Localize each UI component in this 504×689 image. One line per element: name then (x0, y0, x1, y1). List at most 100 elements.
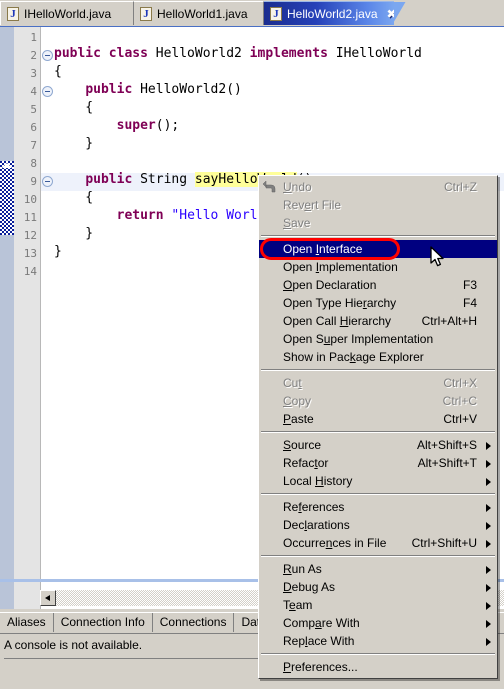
fold-toggle-icon[interactable] (42, 176, 53, 187)
menu-separator (261, 555, 495, 557)
line-number: 13 (23, 247, 37, 260)
menu-item-open-declaration[interactable]: Open Declaration F3 (259, 276, 497, 294)
menu-separator (261, 653, 495, 655)
menu-item-label: Open Type Hierarchy (283, 296, 397, 310)
submenu-arrow-icon (486, 460, 491, 468)
menu-item-accelerator: Ctrl+Alt+H (421, 314, 477, 328)
menu-item-label: Occurrences in File (283, 536, 387, 550)
code-line-10: { (54, 190, 94, 205)
menu-item-label: Open Call Hierarchy (283, 314, 392, 328)
line-number: 4 (30, 85, 37, 98)
menu-item-source[interactable]: Source Alt+Shift+S (259, 436, 497, 454)
editor-tab-label: HelloWorld1.java (157, 6, 248, 21)
menu-item-accelerator: Ctrl+C (442, 394, 477, 408)
view-tab-connections[interactable]: Connections (152, 613, 235, 632)
menu-item-accelerator: Ctrl+Z (444, 180, 477, 194)
menu-item-compare-with[interactable]: Compare With (259, 614, 497, 632)
submenu-arrow-icon (486, 584, 491, 592)
menu-item-debug-as[interactable]: Debug As (259, 578, 497, 596)
menu-item-accelerator: Alt+Shift+S (416, 438, 477, 452)
menu-separator (261, 369, 495, 371)
menu-item-declarations[interactable]: Declarations (259, 516, 497, 534)
menu-item-preferences[interactable]: Preferences... (259, 658, 497, 676)
line-number: 2 (30, 49, 37, 62)
line-number: 6 (30, 121, 37, 134)
code-line-6: super(); (116, 118, 180, 133)
menu-item-local-history[interactable]: Local History (259, 472, 497, 490)
eclipse-window: IHelloWorld.java HelloWorld1.java HelloW… (0, 0, 504, 689)
menu-item-occurrences-in-file[interactable]: Occurrences in File Ctrl+Shift+U (259, 534, 497, 552)
fold-toggle-icon[interactable] (42, 50, 53, 61)
line-number: 5 (30, 103, 37, 116)
menu-item-team[interactable]: Team (259, 596, 497, 614)
menu-item-label: Revert File (283, 198, 342, 212)
menu-item-accelerator: F3 (462, 278, 477, 292)
code-line-12: } (54, 226, 94, 241)
editor-context-menu[interactable]: Undo Ctrl+Z Revert File Save Open Interf… (258, 175, 498, 679)
menu-item-run-as[interactable]: Run As (259, 560, 497, 578)
menu-item-label: Compare With (283, 616, 360, 630)
submenu-arrow-icon (486, 540, 491, 548)
menu-item-refactor[interactable]: Refactor Alt+Shift+T (259, 454, 497, 472)
fold-toggle-icon[interactable] (42, 86, 53, 97)
submenu-arrow-icon (486, 442, 491, 450)
line-number: 3 (30, 67, 37, 80)
submenu-arrow-icon (486, 566, 491, 574)
code-line-3: { (54, 64, 62, 79)
menu-item-open-super-implementation[interactable]: Open Super Implementation (259, 330, 497, 348)
code-line-7: } (54, 136, 94, 151)
view-tab-aliases[interactable]: Aliases (0, 613, 54, 632)
line-number: 10 (23, 193, 37, 206)
menu-item-label: Open Declaration (283, 278, 377, 292)
menu-item-label: Replace With (283, 634, 355, 648)
line-number: 11 (23, 211, 37, 224)
menu-item-replace-with[interactable]: Replace With (259, 632, 497, 650)
undo-icon (263, 181, 276, 193)
menu-item-label: References (283, 500, 345, 514)
menu-item-open-implementation[interactable]: Open Implementation (259, 258, 497, 276)
menu-item-open-interface[interactable]: Open Interface (259, 240, 497, 258)
line-number: 1 (30, 31, 37, 44)
menu-item-accelerator: Ctrl+Shift+U (411, 536, 477, 550)
menu-item-label: Save (283, 216, 311, 230)
submenu-arrow-icon (486, 504, 491, 512)
editor-tab-ihelloworld[interactable]: IHelloWorld.java (0, 1, 134, 25)
menu-item-revert-file: Revert File (259, 196, 497, 214)
scroll-left-icon[interactable] (40, 590, 56, 606)
menu-item-label: Source (283, 438, 322, 452)
line-number: 8 (30, 157, 37, 170)
menu-item-cut: Cut Ctrl+X (259, 374, 497, 392)
menu-item-label: Open Implementation (283, 260, 398, 274)
view-tab-connection-info[interactable]: Connection Info (53, 613, 153, 632)
menu-item-label: Open Super Implementation (283, 332, 434, 346)
menu-item-paste[interactable]: Paste Ctrl+V (259, 410, 497, 428)
menu-item-accelerator: Ctrl+V (443, 412, 477, 426)
overview-ruler[interactable] (0, 27, 14, 609)
menu-item-accelerator: Ctrl+X (443, 376, 477, 390)
submenu-arrow-icon (486, 478, 491, 486)
menu-item-label: Debug As (283, 580, 336, 594)
close-icon[interactable]: ✖ (387, 8, 397, 20)
submenu-arrow-icon (486, 522, 491, 530)
line-number: 12 (23, 229, 37, 242)
code-line-4: public HelloWorld2() (85, 82, 242, 97)
java-file-icon (270, 6, 282, 21)
menu-item-label: Cut (283, 376, 302, 390)
selection-marker (0, 161, 14, 235)
code-line-13: } (54, 244, 62, 259)
line-number: 14 (23, 265, 37, 278)
menu-item-label: Run As (283, 562, 322, 576)
editor-tab-helloworld1[interactable]: HelloWorld1.java (134, 1, 264, 25)
menu-item-open-call-hierarchy[interactable]: Open Call Hierarchy Ctrl+Alt+H (259, 312, 497, 330)
menu-item-open-type-hierarchy[interactable]: Open Type Hierarchy F4 (259, 294, 497, 312)
editor-tab-helloworld2[interactable]: HelloWorld2.java ✖ (264, 1, 408, 26)
submenu-arrow-icon (486, 638, 491, 646)
menu-item-copy: Copy Ctrl+C (259, 392, 497, 410)
java-file-icon (140, 6, 152, 21)
menu-item-references[interactable]: References (259, 498, 497, 516)
menu-item-label: Team (283, 598, 313, 612)
menu-item-label: Refactor (283, 456, 329, 470)
menu-item-show-in-package-explorer[interactable]: Show in Package Explorer (259, 348, 497, 366)
menu-item-label: Local History (283, 474, 353, 488)
line-number: 7 (30, 139, 37, 152)
